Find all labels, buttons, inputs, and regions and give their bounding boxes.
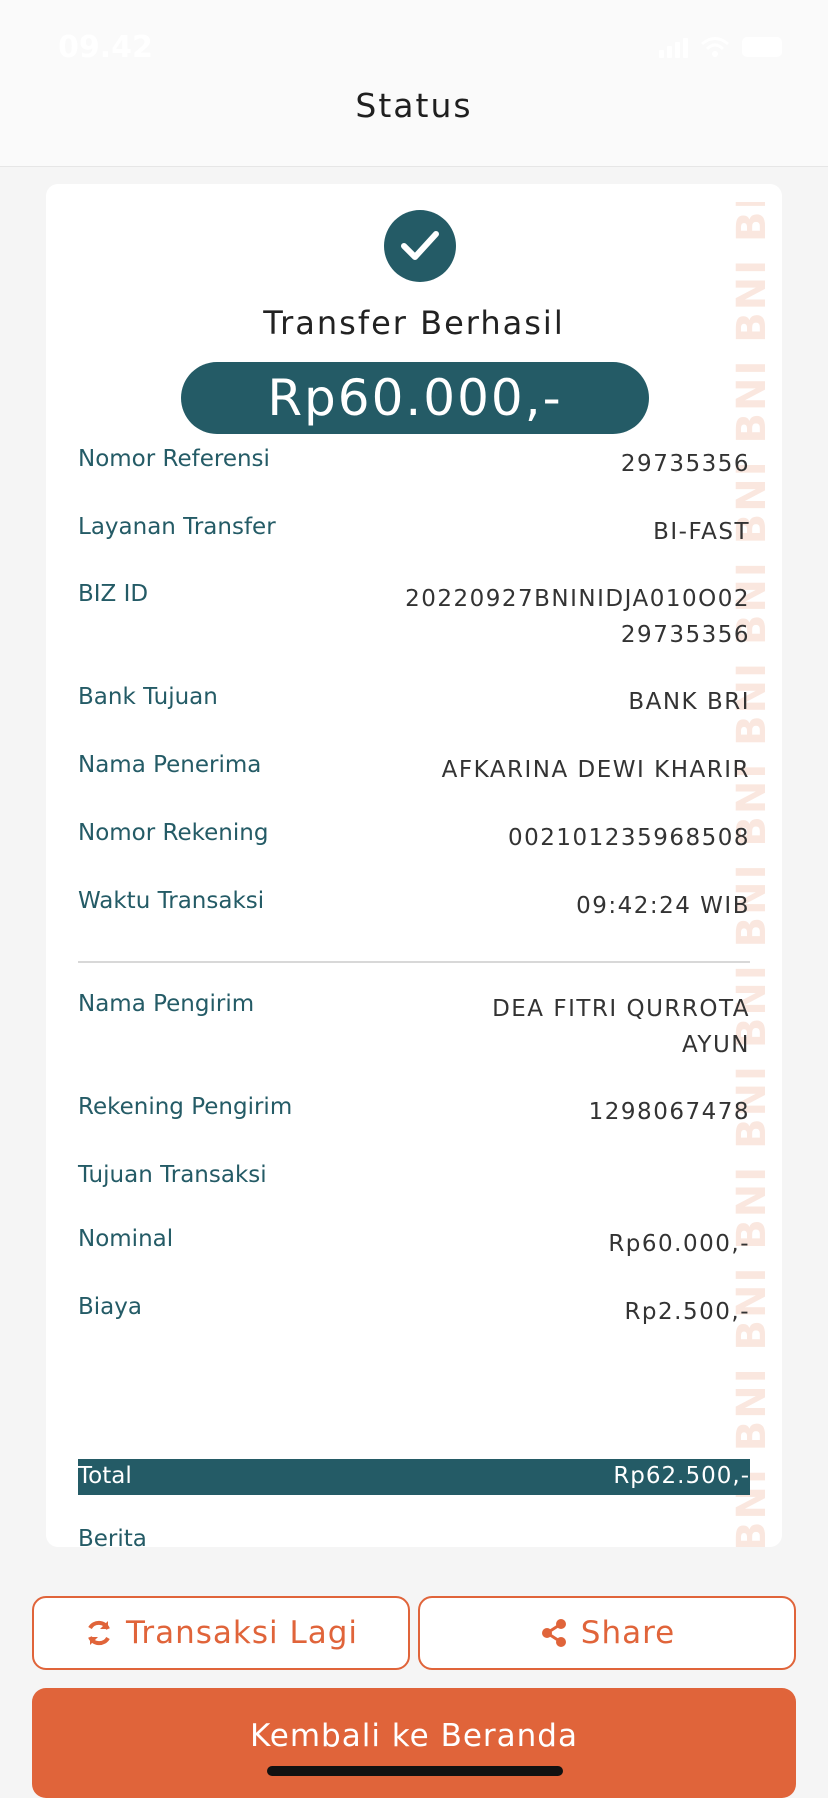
row-label: Bank Tujuan bbox=[78, 684, 218, 710]
share-icon bbox=[541, 1619, 566, 1647]
row-label: Tujuan Transaksi bbox=[78, 1162, 267, 1188]
row-value: 20220927BNINIDJA010O0229735356 bbox=[405, 586, 750, 648]
row-label: Nomor Rekening bbox=[78, 820, 269, 846]
success-title: Transfer Berhasil bbox=[263, 304, 565, 342]
row-label: Nominal bbox=[78, 1226, 174, 1252]
repeat-transaction-label: Transaksi Lagi bbox=[125, 1615, 359, 1651]
row-value: 29735356 bbox=[620, 451, 750, 477]
row-value: AFKARINA DEWI KHARIR bbox=[441, 757, 750, 783]
row-label: Biaya bbox=[78, 1294, 142, 1320]
row-label: Waktu Transaksi bbox=[78, 888, 265, 914]
transfer-amount: Rp60.000,- bbox=[181, 362, 649, 434]
row-label: Nama Penerima bbox=[78, 752, 262, 778]
row-label: Layanan Transfer bbox=[78, 514, 276, 540]
total-label: Total bbox=[78, 1463, 132, 1489]
row-label: BIZ ID bbox=[78, 581, 149, 607]
signal-icon bbox=[659, 36, 688, 58]
row-value: 09:42:24 WIB bbox=[576, 893, 750, 919]
share-label: Share bbox=[580, 1615, 676, 1651]
total-value: Rp62.500,- bbox=[613, 1463, 750, 1489]
row-value: BI-FAST bbox=[653, 519, 750, 545]
row-label: Rekening Pengirim bbox=[78, 1094, 293, 1120]
row-value: DEA FITRI QURROTA AYUN bbox=[492, 996, 750, 1058]
home-indicator bbox=[267, 1766, 563, 1776]
back-to-home-label: Kembali ke Beranda bbox=[250, 1718, 578, 1754]
row-value: Rp60.000,- bbox=[608, 1231, 750, 1257]
refresh-icon bbox=[88, 1620, 110, 1646]
row-value: 002101235968508 bbox=[508, 825, 750, 851]
status-bar-icons bbox=[659, 36, 782, 58]
row-label: Berita bbox=[78, 1526, 147, 1547]
row-label: Nama Pengirim bbox=[78, 991, 255, 1017]
row-value: Rp2.500,- bbox=[624, 1299, 750, 1325]
share-button[interactable]: Share bbox=[418, 1596, 796, 1670]
receipt-card: BNI BNI BNI BNI BNI BNI BNI BNI BNI BNI … bbox=[46, 184, 782, 1547]
section-divider bbox=[78, 961, 750, 963]
row-value: BANK BRI bbox=[628, 689, 750, 715]
row-label: Nomor Referensi bbox=[78, 446, 270, 472]
bni-watermark: BNI BNI BNI BNI BNI BNI BNI BNI BNI BNI … bbox=[729, 202, 775, 1547]
page-title: Status bbox=[355, 86, 473, 125]
app-header: 09.42 Status bbox=[0, 0, 828, 167]
battery-icon bbox=[742, 37, 782, 57]
wifi-icon bbox=[701, 37, 729, 57]
status-bar-time: 09.42 bbox=[58, 30, 153, 65]
back-to-home-button[interactable]: Kembali ke Beranda bbox=[32, 1688, 796, 1798]
row-value: 1298067478 bbox=[588, 1099, 750, 1125]
repeat-transaction-button[interactable]: Transaksi Lagi bbox=[32, 1596, 410, 1670]
success-check-icon bbox=[384, 210, 456, 282]
total-bar: Total Rp62.500,- bbox=[78, 1459, 750, 1495]
